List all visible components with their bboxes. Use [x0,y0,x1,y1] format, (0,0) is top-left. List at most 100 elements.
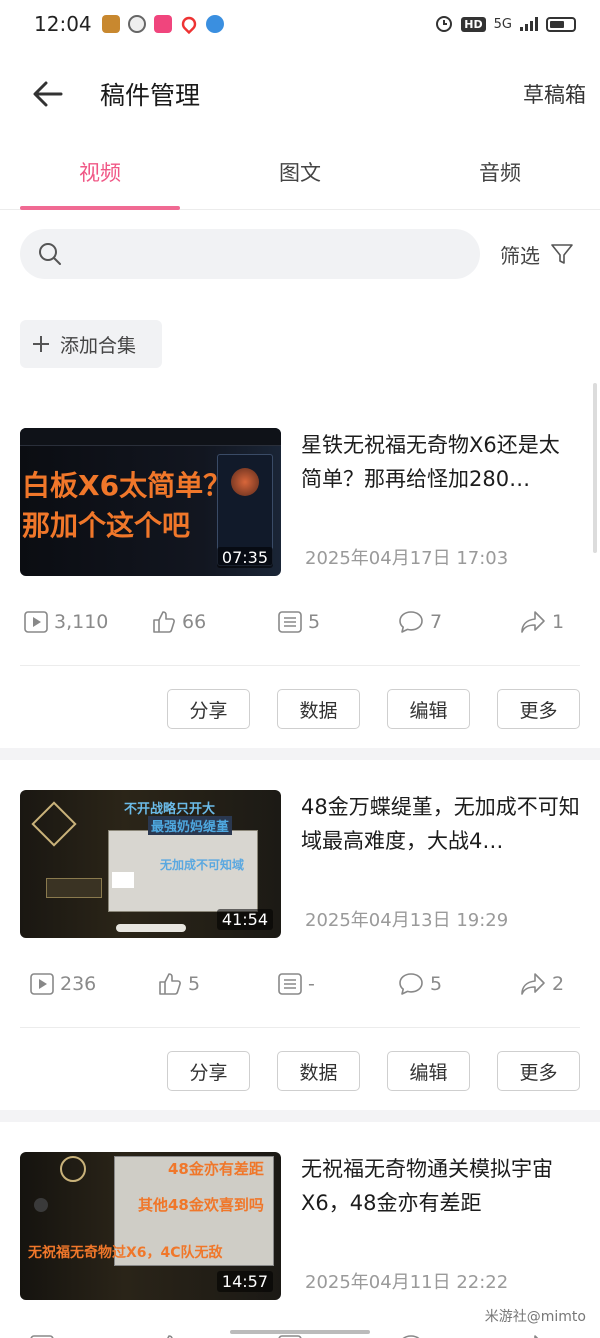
card-separator [0,1110,600,1122]
thumbnail-caption-line-2: 其他48金欢喜到吗 [138,1196,264,1214]
watermark: 米游社@mimto [484,1309,586,1325]
collect-count-value: - [308,1335,315,1338]
share-count: 1 [520,1334,564,1338]
back-button[interactable] [30,76,66,112]
play-icon [30,972,54,995]
card-separator [0,748,600,760]
more-button[interactable]: 更多 [497,1051,580,1091]
play-count-value: 236 [60,972,97,995]
signal-icon [520,17,538,31]
collect-count: - [278,1335,398,1338]
share-button[interactable]: 分享 [167,1051,250,1091]
list-icon [278,610,302,633]
content-type-tabs: 视频 图文 音频 [0,140,600,210]
video-title[interactable]: 48金万蝶缇堇，无加成不可知域最高难度，大战4… [301,790,580,858]
video-card: 不开战略只开大 最强奶妈缇堇 无加成不可知域 41:54 48金万蝶缇堇，无加成… [0,760,600,1110]
network-type: 5G [493,16,512,32]
publish-date: 2025年04月13日 19:29 [305,910,509,931]
scrollbar[interactable] [593,383,597,553]
map-pin-app-icon [178,13,199,35]
video-list: 白板X6太简单？ 那加个这个吧 07:35 星铁无祝福无奇物X6还是太简单？那再… [0,428,600,1338]
video-duration: 14:57 [216,1271,273,1292]
like-count: 5 [158,972,278,996]
share-arrow-icon [534,1334,539,1338]
more-button[interactable]: 更多 [497,689,580,729]
share-button[interactable]: 分享 [167,689,250,729]
lala-app-icon [153,15,172,33]
filter-label: 筛选 [500,243,540,268]
search-icon [39,243,61,265]
alarm-icon [436,16,453,32]
add-collection-button[interactable]: 添加合集 [20,320,162,368]
thumbnail-caption-line-3: 无加成不可知域 [160,858,245,872]
data-button[interactable]: 数据 [277,1051,360,1091]
page-title: 稿件管理 [100,81,201,110]
comment-icon [399,610,423,633]
game-app-icon [101,15,120,33]
thumbnail-caption-line-1: 白板X6太简单？ [22,469,232,502]
share-count: 2 [520,972,564,996]
edit-button[interactable]: 编辑 [387,689,470,729]
home-indicator[interactable] [230,1330,370,1334]
comment-count-value: 5 [430,972,443,995]
hd-icon: HD [461,16,486,32]
comment-count-value: 3 [430,1335,442,1338]
video-actions: 分享 数据 编辑 更多 [20,1028,580,1110]
thumbs-up-icon [153,610,175,633]
share-count-value: 1 [552,1335,564,1338]
share-count-value: 1 [552,610,565,633]
collect-count: - [278,973,398,995]
thumbs-up-icon [159,972,181,995]
edit-button[interactable]: 编辑 [387,1051,470,1091]
play-icon [30,1334,54,1338]
like-count-value: 5 [188,972,201,995]
data-button[interactable]: 数据 [277,689,360,729]
video-actions: 分享 数据 编辑 更多 [20,666,580,748]
thumbnail-caption-line-1: 48金亦有差距 [168,1160,264,1178]
like-count: 66 [152,610,278,634]
filter-funnel-icon [551,244,573,264]
thumbnail-caption-line-3: 无祝福无奇物过X6，4C队无敌 [28,1245,223,1261]
share-count: 1 [520,610,564,634]
video-thumbnail[interactable]: 不开战略只开大 最强奶妈缇堇 无加成不可知域 41:54 [20,790,281,938]
share-arrow-icon [521,610,545,633]
collect-count-value: 5 [308,610,321,633]
link-app-icon [127,15,146,33]
search-input[interactable] [20,229,480,279]
tab-video[interactable]: 视频 [20,140,180,209]
video-title[interactable]: 星铁无祝福无奇物X6还是太简单？那再给怪加280… [301,428,580,496]
video-stats: 3,110 66 5 7 1 [20,576,580,666]
draft-box-button[interactable]: 草稿箱 [523,79,586,109]
tab-image-text[interactable]: 图文 [220,140,380,209]
play-count: 3,110 [20,611,152,633]
video-duration: 07:35 [216,547,273,568]
status-time: 12:04 [34,12,92,36]
list-icon [278,1334,302,1338]
collect-count-value: - [308,972,315,995]
comment-icon [402,1334,420,1338]
play-count: 165 [20,1335,158,1338]
search-row: 筛选 [0,228,600,280]
collect-count: 5 [278,611,398,633]
play-count-value: 165 [60,1335,96,1338]
publish-date: 2025年04月11日 22:22 [305,1272,509,1293]
comment-count: 3 [398,1334,520,1338]
comment-count: 5 [398,972,520,996]
like-count-value: 3 [188,1335,200,1338]
video-card: 白板X6太简单？ 那加个这个吧 07:35 星铁无祝福无奇物X6还是太简单？那再… [0,428,600,748]
tab-audio[interactable]: 音频 [420,140,580,209]
publish-date: 2025年04月17日 17:03 [305,548,509,569]
play-count-value: 3,110 [54,610,109,633]
like-count: 3 [158,1334,278,1338]
share-arrow-icon [521,972,545,995]
filter-button[interactable]: 筛选 [500,240,574,269]
plus-icon [33,336,49,352]
video-thumbnail[interactable]: 48金亦有差距 其他48金欢喜到吗 无祝福无奇物过X6，4C队无敌 14:57 [20,1152,281,1300]
video-thumbnail[interactable]: 白板X6太简单？ 那加个这个吧 07:35 [20,428,281,576]
comment-icon [399,972,423,995]
thumbs-up-icon [166,1334,173,1338]
add-collection-label: 添加合集 [60,334,137,357]
list-icon [278,972,302,995]
active-tab-indicator [20,206,180,210]
video-title[interactable]: 无祝福无奇物通关模拟宇宙X6，48金亦有差距 [301,1152,580,1220]
